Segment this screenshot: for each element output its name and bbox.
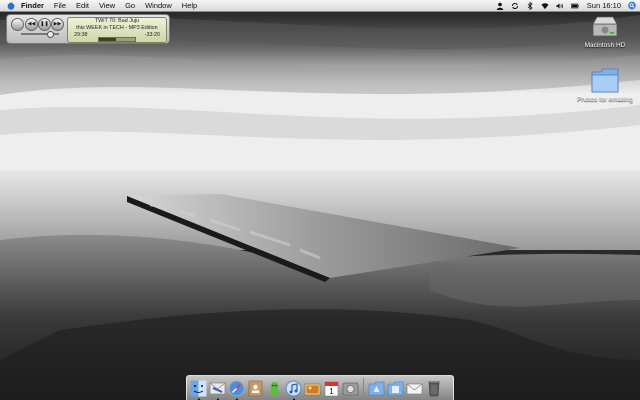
dock-item-ichat[interactable] bbox=[266, 379, 283, 398]
menu-clock[interactable]: Sun 16:10 bbox=[587, 1, 621, 10]
next-track-button[interactable]: ▶▶ bbox=[51, 18, 64, 31]
menu-finder[interactable]: Finder bbox=[21, 0, 44, 11]
applications-folder-icon bbox=[368, 381, 385, 395]
album-name: this WEEK in TECH - MP3 Edition bbox=[76, 25, 158, 31]
play-pause-button[interactable]: ❚❚ bbox=[38, 18, 51, 31]
documents-folder-icon bbox=[387, 381, 404, 395]
wallpaper-image bbox=[0, 0, 640, 400]
folder-icon bbox=[591, 68, 619, 93]
dock-item-system-preferences[interactable] bbox=[342, 379, 359, 398]
menu-bar: Finder File Edit View Go Window Help Sun… bbox=[0, 0, 640, 12]
itunes-icon bbox=[285, 380, 302, 396]
ical-icon: 1 bbox=[324, 381, 339, 396]
wifi-icon[interactable] bbox=[541, 2, 549, 10]
dock-item-iphoto[interactable] bbox=[304, 379, 321, 398]
itunes-mini-player[interactable]: ◀◀ ❚❚ ▶▶ TWiT 70: Bad Juju this WEEK in … bbox=[6, 14, 170, 44]
menu-window[interactable]: Window bbox=[145, 0, 172, 11]
dock-item-trash[interactable] bbox=[425, 379, 442, 398]
bluetooth-icon[interactable] bbox=[526, 1, 534, 10]
track-progress-fill bbox=[99, 38, 116, 41]
iphoto-icon bbox=[304, 383, 321, 395]
safari-icon bbox=[228, 380, 245, 396]
desktop: Finder File Edit View Go Window Help Sun… bbox=[0, 0, 640, 400]
calendar-day-number: 1 bbox=[329, 387, 334, 396]
dock-item-finder[interactable] bbox=[190, 379, 207, 400]
mail-stack-icon bbox=[406, 383, 423, 394]
battery-icon[interactable] bbox=[570, 2, 579, 10]
mail-icon bbox=[209, 382, 226, 394]
dock-separator bbox=[363, 378, 364, 398]
menu-view[interactable]: View bbox=[99, 0, 115, 11]
system-preferences-icon bbox=[342, 382, 359, 395]
menu-edit[interactable]: Edit bbox=[76, 0, 89, 11]
address-book-icon bbox=[248, 380, 263, 396]
dock-item-mail-stack[interactable] bbox=[406, 379, 423, 398]
hard-drive-icon bbox=[592, 16, 618, 37]
trash-icon bbox=[427, 380, 440, 396]
desktop-icon-macintosh-hd[interactable]: Macintosh HD bbox=[570, 14, 640, 49]
track-progress-bar[interactable] bbox=[98, 37, 136, 42]
dock-item-documents-folder[interactable] bbox=[387, 379, 404, 398]
dock: 1 bbox=[186, 375, 454, 400]
now-playing-display[interactable]: TWiT 70: Bad Juju this WEEK in TECH - MP… bbox=[67, 17, 167, 43]
elapsed-time: 29:38 bbox=[74, 32, 88, 38]
track-title: TWiT 70: Bad Juju bbox=[94, 18, 140, 24]
dock-item-safari[interactable] bbox=[228, 379, 245, 400]
window-close-button[interactable] bbox=[11, 18, 24, 31]
remaining-time[interactable]: -33:20 bbox=[145, 32, 160, 39]
finder-icon bbox=[190, 380, 207, 396]
icon-label: Macintosh HD bbox=[584, 42, 626, 49]
previous-track-button[interactable]: ◀◀ bbox=[25, 18, 38, 31]
dock-item-mail[interactable] bbox=[209, 379, 226, 400]
volume-slider[interactable] bbox=[21, 31, 59, 38]
volume-icon[interactable] bbox=[556, 2, 564, 10]
spotlight-search-icon[interactable] bbox=[628, 1, 636, 10]
icon-label: Photos for emailing bbox=[577, 96, 633, 103]
sync-icon[interactable] bbox=[511, 2, 519, 10]
ichat-icon bbox=[270, 381, 279, 395]
dock-item-address-book[interactable] bbox=[247, 379, 264, 398]
volume-slider-knob[interactable] bbox=[46, 31, 54, 38]
apple-menu-icon[interactable] bbox=[7, 1, 15, 10]
user-icon[interactable] bbox=[496, 2, 504, 10]
dock-item-itunes[interactable] bbox=[285, 379, 302, 400]
menu-help[interactable]: Help bbox=[182, 0, 197, 11]
menu-extras: Sun 16:10 bbox=[489, 0, 636, 11]
dock-item-ical[interactable]: 1 bbox=[323, 379, 340, 398]
desktop-icon-photos-for-emailing[interactable]: Photos for emailing bbox=[570, 66, 640, 103]
menu-file[interactable]: File bbox=[54, 0, 66, 11]
dock-item-applications-folder[interactable] bbox=[368, 379, 385, 398]
menu-go[interactable]: Go bbox=[125, 0, 135, 11]
